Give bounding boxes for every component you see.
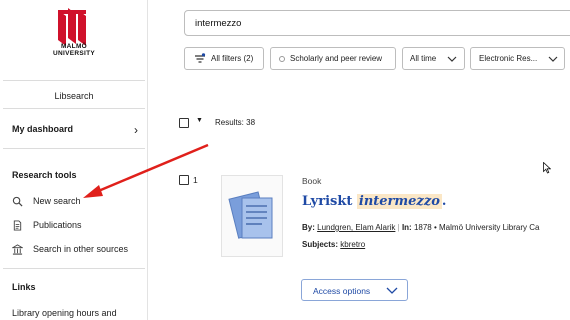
publications-label: Publications <box>33 220 82 230</box>
research-tools-heading: Research tools <box>12 170 77 180</box>
other-sources-label: Search in other sources <box>33 244 129 254</box>
record-type: Book <box>302 176 322 186</box>
opening-hours-link[interactable]: Library opening hours and <box>12 307 142 320</box>
access-options-button[interactable]: Access options <box>301 279 408 301</box>
library-icon <box>12 244 23 255</box>
title-text: Lyriskt <box>302 194 357 209</box>
chevron-right-icon: › <box>134 123 138 137</box>
record-number: 1 <box>193 175 198 185</box>
book-icon <box>228 191 273 239</box>
scholarly-filter-label: Scholarly and peer review <box>290 54 383 63</box>
my-dashboard-label: My dashboard <box>12 124 74 134</box>
caret-down-icon[interactable]: ▼ <box>196 117 203 124</box>
holding-location: Malmö University Library Ca <box>439 223 540 232</box>
title-end: . <box>441 194 447 209</box>
libsearch-page: MALMÖ UNIVERSITY Libsearch My dashboard … <box>0 0 570 320</box>
opening-hours-label: Library opening hours and <box>12 308 117 318</box>
mouse-cursor-icon <box>543 162 551 174</box>
libsearch-link[interactable]: Libsearch <box>0 91 148 101</box>
new-search-label: New search <box>33 196 81 206</box>
by-label: By: <box>302 223 315 232</box>
book-cover-thumbnail[interactable] <box>221 175 283 257</box>
in-label: In: <box>401 223 412 232</box>
resource-type-dropdown[interactable]: Electronic Res... <box>470 47 565 70</box>
year-value: 1878 <box>413 223 432 232</box>
filter-icon <box>195 53 206 63</box>
close-icon[interactable] <box>279 56 285 62</box>
record-subjects: Subjects: kbretro <box>302 240 365 249</box>
divider <box>3 268 145 269</box>
links-heading: Links <box>12 282 36 292</box>
author-link[interactable]: Lundgren, Elam Alarik <box>317 223 395 232</box>
search-icon <box>12 196 23 207</box>
record-metadata: By: Lundgren, Elam Alarik | In: 1878 • M… <box>302 223 540 232</box>
record-title-link[interactable]: Lyriskt intermezzo. <box>302 194 446 209</box>
chevron-down-icon <box>548 56 558 62</box>
resource-type-label: Electronic Res... <box>479 54 538 63</box>
subjects-label: Subjects: <box>302 240 339 249</box>
publications-link[interactable]: Publications <box>12 219 142 233</box>
divider <box>3 108 145 109</box>
results-count: Results: 38 <box>215 118 256 127</box>
other-sources-link[interactable]: Search in other sources <box>12 243 142 257</box>
sidebar: MALMÖ UNIVERSITY Libsearch My dashboard … <box>0 0 148 320</box>
all-filters-button[interactable]: All filters (2) <box>184 47 264 70</box>
university-name-line2: UNIVERSITY <box>52 50 95 57</box>
date-range-label: All time <box>410 54 437 63</box>
scholarly-filter-chip[interactable]: Scholarly and peer review <box>270 47 396 70</box>
select-all-checkbox[interactable] <box>179 118 189 128</box>
title-highlight: intermezzo <box>356 194 442 209</box>
document-icon <box>13 220 22 231</box>
all-filters-label: All filters (2) <box>211 54 254 63</box>
search-input[interactable]: intermezzo <box>184 10 570 36</box>
record-checkbox[interactable] <box>179 175 189 185</box>
divider <box>3 148 145 149</box>
divider <box>3 80 145 81</box>
date-range-dropdown[interactable]: All time <box>402 47 465 70</box>
new-search-link[interactable]: New search <box>12 195 142 209</box>
chevron-down-icon <box>386 287 398 294</box>
university-name-line1: MALMÖ <box>60 43 88 50</box>
search-query: intermezzo <box>195 18 242 29</box>
my-dashboard-link[interactable]: My dashboard › <box>12 123 140 138</box>
chevron-down-icon <box>447 56 457 62</box>
subject-link[interactable]: kbretro <box>340 240 365 249</box>
access-options-label: Access options <box>313 286 371 296</box>
